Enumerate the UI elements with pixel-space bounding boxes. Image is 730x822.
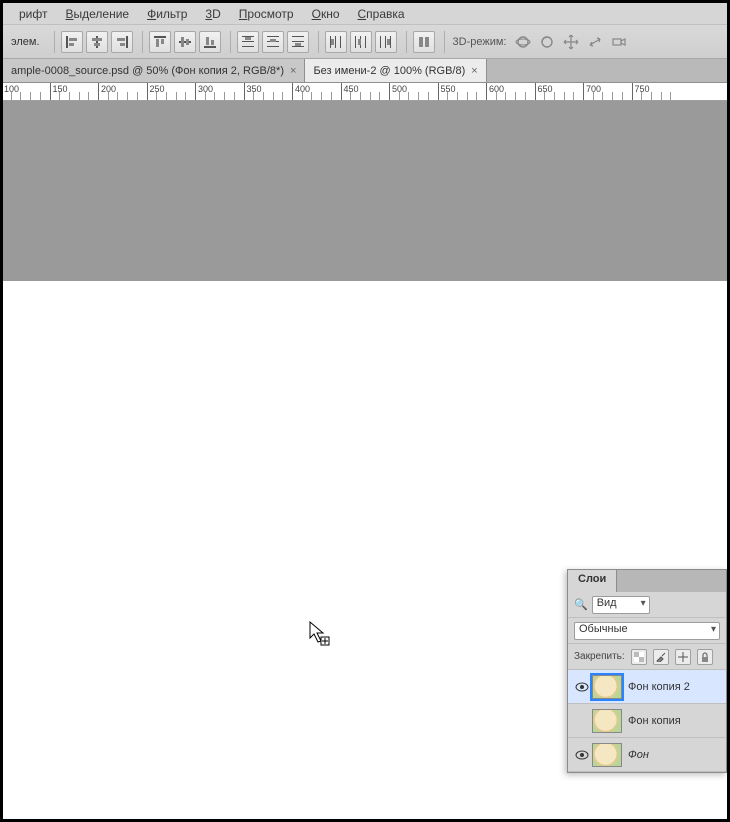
distribute-bottom-button[interactable]	[287, 31, 309, 53]
checker-icon	[634, 652, 644, 662]
distribute-right-icon	[379, 35, 393, 49]
layer-row[interactable]: Фон копия 2	[568, 670, 726, 704]
3d-mode-label: 3D-режим:	[453, 36, 507, 48]
align-right-button[interactable]	[111, 31, 133, 53]
visibility-toggle[interactable]	[572, 679, 592, 695]
document-tab[interactable]: ample-0008_source.psd @ 50% (Фон копия 2…	[3, 59, 305, 82]
distribute-bottom-icon	[291, 35, 305, 49]
lock-icon	[700, 652, 710, 662]
align-left-icon	[65, 35, 79, 49]
3d-orbit-icon[interactable]	[513, 32, 533, 52]
layer-thumbnail[interactable]	[592, 709, 622, 733]
align-vcenter-icon	[178, 35, 192, 49]
align-top-button[interactable]	[149, 31, 171, 53]
blend-mode-row: Обычные	[568, 618, 726, 644]
lock-position-button[interactable]	[675, 649, 691, 665]
menu-bar: рифт Выделение Фильтр 3D Просмотр Окно С…	[3, 3, 727, 25]
layer-kind-select[interactable]: Вид	[592, 596, 650, 614]
align-bottom-button[interactable]	[199, 31, 221, 53]
menu-item-help[interactable]: Справка	[358, 7, 405, 21]
options-bar: элем.	[3, 25, 727, 59]
brush-icon	[656, 652, 666, 662]
layer-filter-row: 🔍 Вид	[568, 592, 726, 618]
align-top-icon	[153, 35, 167, 49]
align-hcenter-icon	[90, 35, 104, 49]
menu-item-filter[interactable]: Фильтр	[147, 7, 187, 21]
align-bottom-icon	[203, 35, 217, 49]
separator	[54, 31, 55, 53]
visibility-toggle[interactable]	[572, 747, 592, 763]
layer-name[interactable]: Фон	[628, 749, 649, 761]
menu-item-window[interactable]: Окно	[312, 7, 340, 21]
layer-thumbnail[interactable]	[592, 675, 622, 699]
options-label: элем.	[11, 36, 40, 48]
lock-label: Закрепить:	[574, 651, 625, 662]
auto-align-button[interactable]	[413, 31, 435, 53]
distribute-hcenter-icon	[354, 35, 368, 49]
layer-name[interactable]: Фон копия	[628, 715, 681, 727]
separator	[406, 31, 407, 53]
document-tab-label: Без имени-2 @ 100% (RGB/8)	[313, 65, 465, 77]
3d-roll-icon[interactable]	[537, 32, 557, 52]
distribute-left-icon	[329, 35, 343, 49]
layer-row[interactable]: Фон	[568, 738, 726, 772]
auto-align-icon	[417, 35, 431, 49]
document-tab[interactable]: Без имени-2 @ 100% (RGB/8) ×	[305, 59, 486, 82]
eye-icon	[575, 750, 589, 760]
layer-list: Фон копия 2 Фон копия Фон	[568, 670, 726, 772]
layers-panel: Слои 🔍 Вид Обычные Закрепить:	[567, 569, 727, 773]
3d-camera-icon[interactable]	[609, 32, 629, 52]
distribute-vcenter-icon	[266, 35, 280, 49]
document-tabs: ample-0008_source.psd @ 50% (Фон копия 2…	[3, 59, 727, 83]
horizontal-ruler[interactable]: 1001502002503003504004505005506006507007…	[3, 83, 727, 101]
align-left-button[interactable]	[61, 31, 83, 53]
align-hcenter-button[interactable]	[86, 31, 108, 53]
separator	[230, 31, 231, 53]
move-icon	[678, 652, 688, 662]
panel-tabbar: Слои	[568, 570, 726, 592]
distribute-top-button[interactable]	[237, 31, 259, 53]
menu-item-view[interactable]: Просмотр	[239, 7, 294, 21]
layer-name[interactable]: Фон копия 2	[628, 681, 690, 693]
layers-tab[interactable]: Слои	[568, 570, 617, 592]
app-frame: рифт Выделение Фильтр 3D Просмотр Окно С…	[3, 3, 727, 819]
distribute-top-icon	[241, 35, 255, 49]
3d-slide-icon[interactable]	[585, 32, 605, 52]
distribute-hcenter-button[interactable]	[350, 31, 372, 53]
align-right-icon	[115, 35, 129, 49]
close-icon[interactable]: ×	[471, 65, 477, 77]
work-area: Слои 🔍 Вид Обычные Закрепить:	[3, 101, 727, 819]
align-vcenter-button[interactable]	[174, 31, 196, 53]
document-tab-label: ample-0008_source.psd @ 50% (Фон копия 2…	[11, 65, 284, 77]
lock-row: Закрепить:	[568, 644, 726, 670]
menu-item-3d[interactable]: 3D	[205, 7, 220, 21]
blend-mode-select[interactable]: Обычные	[574, 622, 720, 640]
eye-icon	[575, 682, 589, 692]
separator	[444, 31, 445, 53]
separator	[318, 31, 319, 53]
lock-all-button[interactable]	[697, 649, 713, 665]
menu-item-font[interactable]: рифт	[19, 7, 47, 21]
distribute-left-button[interactable]	[325, 31, 347, 53]
distribute-vcenter-button[interactable]	[262, 31, 284, 53]
search-icon: 🔍	[574, 598, 588, 611]
lock-pixels-button[interactable]	[653, 649, 669, 665]
distribute-right-button[interactable]	[375, 31, 397, 53]
lock-transparent-button[interactable]	[631, 649, 647, 665]
layer-row[interactable]: Фон копия	[568, 704, 726, 738]
close-icon[interactable]: ×	[290, 65, 296, 77]
separator	[142, 31, 143, 53]
layer-thumbnail[interactable]	[592, 743, 622, 767]
menu-item-select[interactable]: Выделение	[65, 7, 129, 21]
3d-pan-icon[interactable]	[561, 32, 581, 52]
